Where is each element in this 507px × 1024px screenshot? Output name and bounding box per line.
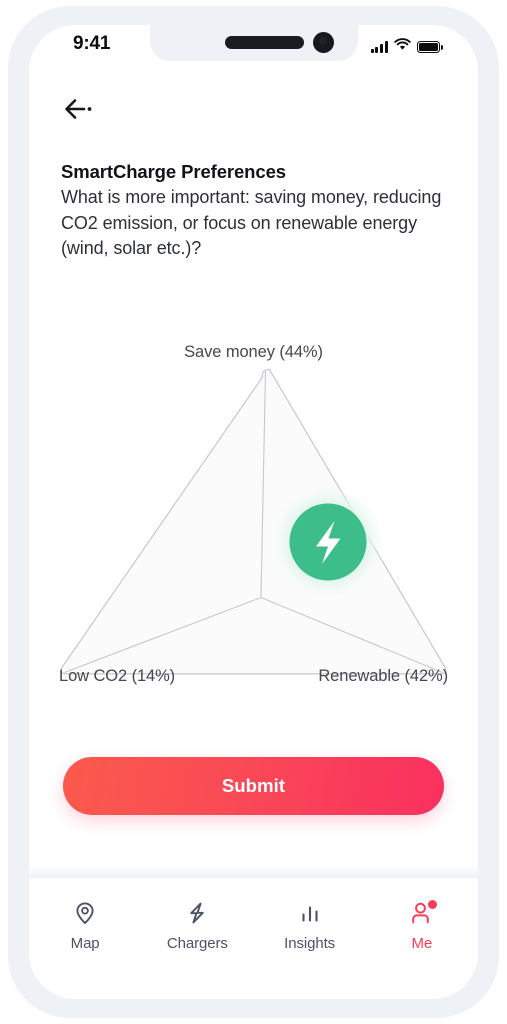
lightning-bolt-icon: [184, 900, 210, 926]
speaker-pill: [224, 36, 304, 49]
nav-item-map[interactable]: Map: [29, 900, 141, 952]
battery-icon: [417, 41, 443, 53]
device-screen: 9:41 SmartCharge Preferences What is mor…: [29, 25, 478, 999]
back-arrow-icon[interactable]: [60, 92, 104, 126]
status-icons: [370, 38, 443, 56]
page-title: SmartCharge Preferences: [61, 161, 286, 182]
nav-item-me[interactable]: Me: [366, 900, 478, 952]
ternary-preference-chart[interactable]: Save money (44%) Low CO2 (14%) Renewable…: [29, 297, 478, 697]
bar-chart-icon: [297, 900, 323, 926]
page-question: What is more important: saving money, re…: [61, 187, 442, 259]
axis-label-renewable: Renewable (42%): [318, 667, 448, 685]
content-block: SmartCharge Preferences What is more imp…: [61, 161, 446, 262]
submit-button[interactable]: Submit: [63, 757, 444, 815]
status-time: 9:41: [73, 33, 111, 54]
nav-item-chargers[interactable]: Chargers: [141, 900, 253, 952]
nav-label-insights: Insights: [284, 935, 336, 952]
app-screen: SmartCharge Preferences What is more imp…: [29, 65, 478, 999]
map-pin-icon: [72, 900, 98, 926]
nav-divider: [29, 864, 478, 878]
signal-icon: [370, 41, 388, 53]
triangle-outline: [60, 368, 447, 675]
device-frame: 9:41 SmartCharge Preferences What is mor…: [8, 6, 499, 1018]
person-icon: [409, 900, 437, 926]
nav-label-me: Me: [411, 935, 433, 952]
nav-label-chargers: Chargers: [166, 935, 228, 952]
dynamic-island-notch: [149, 25, 358, 61]
notification-badge-dot: [427, 900, 437, 909]
front-camera-icon: [312, 32, 334, 53]
axis-label-low-co2: Low CO2 (14%): [59, 667, 176, 685]
nav-label-map: Map: [70, 935, 100, 952]
bottom-navigation: Map Chargers Insights Me: [29, 878, 478, 999]
wifi-icon: [394, 38, 411, 56]
axis-label-save-money: Save money (44%): [184, 343, 323, 361]
nav-item-insights[interactable]: Insights: [254, 900, 366, 952]
